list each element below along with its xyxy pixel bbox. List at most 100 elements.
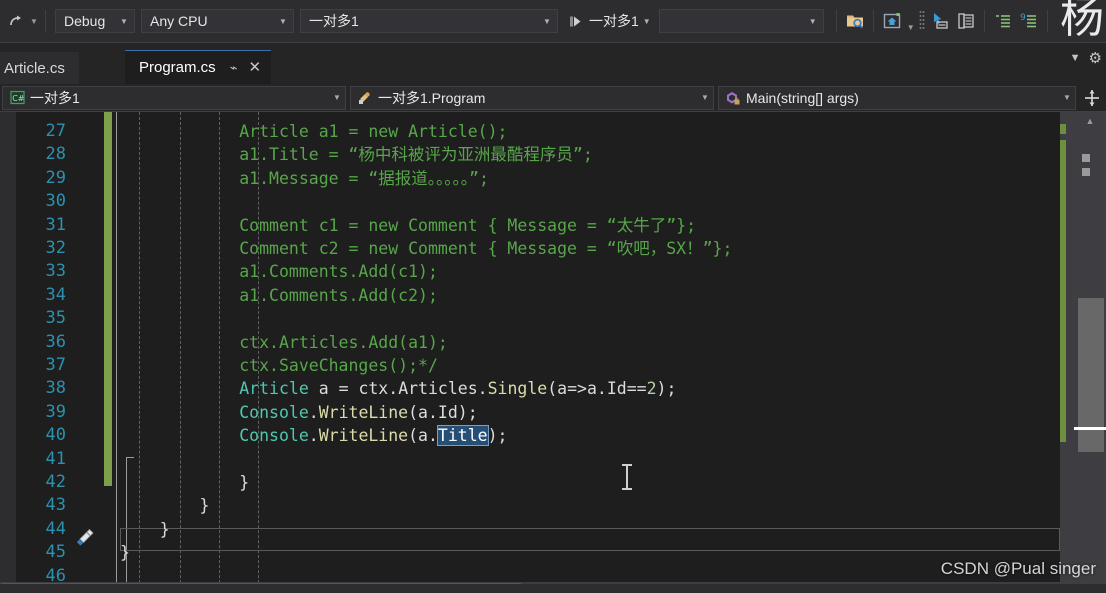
gear-icon[interactable]: ⚙ [1089, 49, 1102, 67]
line-number: 40 [45, 425, 66, 446]
method-private-icon [723, 90, 743, 106]
navbar-type-value: 一对多1.Program [378, 89, 486, 106]
split-view-icon[interactable] [1080, 86, 1104, 110]
code-line[interactable]: 32 Comment c2 = new Comment { Message = … [16, 237, 1060, 260]
line-number: 32 [45, 238, 66, 258]
home-window-icon[interactable] [879, 8, 905, 34]
code-token: } [120, 519, 170, 539]
code-token: Single [487, 379, 548, 399]
line-text[interactable]: Console.WriteLine(a.Title); [120, 424, 1060, 447]
line-number: 28 [45, 144, 66, 165]
redo-arrow-icon[interactable] [2, 8, 28, 34]
code-token: ); [656, 379, 677, 399]
close-icon[interactable]: ✕ [249, 60, 262, 75]
navbar-type-combo[interactable]: 一对多1.Program ▼ [350, 85, 714, 110]
navbar-member-combo[interactable]: Main(string[] args) ▼ [718, 85, 1076, 110]
line-text[interactable]: } [120, 518, 1060, 541]
code-line[interactable]: 31 Comment c1 = new Comment { Message = … [16, 214, 1060, 237]
start-debug-button[interactable]: 一对多1 ▼ [566, 8, 653, 34]
line-text[interactable]: Comment c2 = new Comment { Message = “吹吧… [120, 237, 1060, 260]
scroll-up-arrow-icon[interactable]: ▲ [1082, 114, 1098, 128]
code-line[interactable]: 40 Console.WriteLine(a.Title); [16, 424, 1060, 447]
code-line[interactable]: 30 [16, 190, 1060, 213]
code-token: Comment c1 = new Comment { Message = “太牛… [239, 215, 697, 235]
code-line[interactable]: 38 Article a = ctx.Articles.Single(a=>a.… [16, 377, 1060, 400]
vertical-scrollbar[interactable]: ▲ [1060, 112, 1106, 593]
document-tab-strip: Article.cs Program.cs ⌁ ✕ ▼ ⚙ [0, 43, 1106, 84]
code-token: ); [457, 402, 478, 422]
line-text[interactable]: } [120, 471, 1060, 494]
scrollbar-thumb[interactable] [1078, 298, 1104, 431]
toolbar-separator [835, 10, 837, 32]
code-editor[interactable]: 27 Article a1 = new Article(); 28 a1.Titl… [0, 112, 1106, 593]
line-text[interactable]: ctx.SaveChanges();*/ [120, 354, 1060, 377]
scrollbar-thumb-lower[interactable] [1078, 430, 1104, 452]
code-token: a1.Message = “据报道。。。。。”; [239, 168, 489, 188]
line-number: 34 [45, 284, 66, 305]
code-line[interactable]: 42 } [16, 471, 1060, 494]
line-number: 35 [45, 308, 66, 329]
code-line[interactable]: 43 } [16, 494, 1060, 517]
code-line[interactable]: 36 ctx.Articles.Add(a1); [16, 331, 1060, 354]
drag-handle-icon[interactable] [917, 8, 927, 34]
code-line[interactable]: 29 a1.Message = “据报道。。。。。”; [16, 167, 1060, 190]
startup-project-combo[interactable]: 一对多1 ▼ [300, 9, 558, 33]
home-window-dropdown-caret[interactable]: ▼ [905, 6, 917, 36]
redo-dropdown-caret[interactable]: ▼ [28, 8, 40, 34]
code-surface[interactable]: 27 Article a1 = new Article(); 28 a1.Titl… [16, 112, 1060, 593]
code-line[interactable]: 41 [16, 448, 1060, 471]
code-line[interactable]: 45} [16, 541, 1060, 564]
line-number: 38 [45, 378, 66, 399]
indent-list-icon[interactable] [990, 8, 1016, 34]
play-icon [566, 12, 584, 30]
code-line[interactable]: 33 a1.Comments.Add(c1); [16, 260, 1060, 283]
code-line[interactable]: 34 a1.Comments.Add(c2); [16, 284, 1060, 307]
line-text[interactable]: ctx.Articles.Add(a1); [120, 331, 1060, 354]
properties-window-icon[interactable] [953, 8, 979, 34]
tab-strip-actions: ▼ ⚙ [1070, 49, 1102, 67]
folder-search-icon[interactable] [842, 8, 868, 34]
line-text[interactable]: Comment c1 = new Comment { Message = “太牛… [120, 214, 1060, 237]
code-token: (a. [408, 402, 438, 422]
code-line[interactable]: 27 Article a1 = new Article(); [16, 120, 1060, 143]
line-text[interactable]: Console.WriteLine(a.Id); [120, 401, 1060, 424]
code-line[interactable]: 35 [16, 307, 1060, 330]
code-line[interactable]: 37 ctx.SaveChanges();*/ [16, 354, 1060, 377]
line-text[interactable]: a1.Message = “据报道。。。。。”; [120, 167, 1060, 190]
line-text[interactable]: a1.Title = “杨中科被评为亚洲最酷程序员”; [120, 143, 1060, 166]
line-number: 29 [45, 167, 66, 188]
code-token: Id [606, 379, 627, 399]
line-text[interactable]: a1.Comments.Add(c2); [120, 284, 1060, 307]
line-text[interactable]: a1.Comments.Add(c1); [120, 260, 1060, 283]
solution-configuration-combo[interactable]: Debug ▼ [55, 9, 135, 33]
line-number: 36 [45, 331, 66, 352]
line-text[interactable]: } [120, 541, 1060, 564]
toolbar-separator [983, 10, 985, 32]
code-token: a1.Comments.Add(c2); [239, 285, 438, 305]
chevron-down-icon: ▼ [333, 93, 341, 102]
editor-navigation-bar: C# 一对多1 ▼ 一对多1.Program ▼ Main(string[] a… [0, 84, 1106, 112]
svg-text:9: 9 [1020, 13, 1026, 23]
tab-article-cs[interactable]: Article.cs [0, 52, 79, 84]
line-text[interactable]: Article a = ctx.Articles.Single(a=>a.Id=… [120, 377, 1060, 400]
line-text[interactable]: Article a1 = new Article(); [120, 120, 1060, 143]
line-text[interactable]: } [120, 494, 1060, 517]
csdn-watermark: CSDN @Pual singer [940, 559, 1096, 578]
tab-program-cs[interactable]: Program.cs ⌁ ✕ [125, 50, 272, 84]
navbar-project-combo[interactable]: C# 一对多1 ▼ [2, 85, 346, 110]
code-line[interactable]: 44 } [16, 518, 1060, 541]
pointer-window-icon[interactable] [927, 8, 953, 34]
code-token: a1.Comments.Add(c1); [239, 262, 438, 282]
solution-platform-combo[interactable]: Any CPU ▼ [141, 9, 294, 33]
comment-list-icon[interactable]: 9 [1016, 8, 1042, 34]
line-number: 33 [45, 261, 66, 282]
chevron-down-icon[interactable]: ▼ [1070, 52, 1081, 64]
solution-platform-value: Any CPU [150, 13, 208, 29]
line-number: 31 [45, 214, 66, 235]
code-line[interactable]: 28 a1.Title = “杨中科被评为亚洲最酷程序员”; [16, 143, 1060, 166]
chevron-down-icon[interactable]: ▼ [643, 17, 653, 26]
class-icon [355, 90, 375, 106]
code-line[interactable]: 39 Console.WriteLine(a.Id); [16, 401, 1060, 424]
quick-launch-search-combo[interactable]: ▼ [658, 9, 824, 33]
pin-icon[interactable]: ⌁ [230, 61, 238, 74]
